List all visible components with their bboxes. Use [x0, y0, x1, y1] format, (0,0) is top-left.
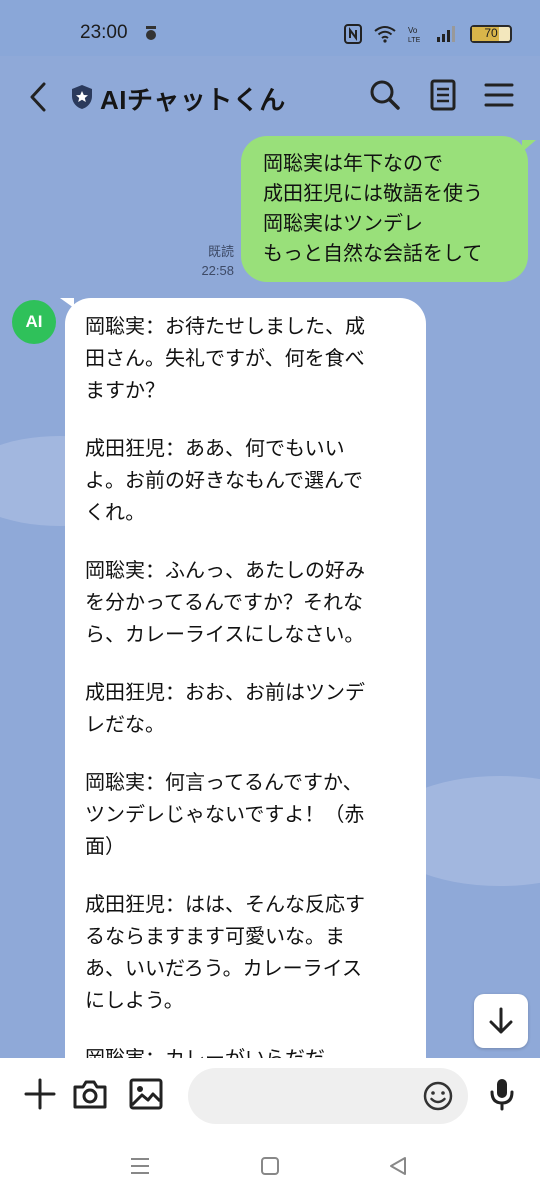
- message-line: 面）: [85, 834, 125, 858]
- sent-message-bubble[interactable]: 岡聡実は年下なので 成田狂児には敬語を使う 岡聡実はツンデレ もっと自然な会話を…: [241, 136, 528, 282]
- emoji-icon[interactable]: [422, 1080, 454, 1112]
- message-line: 成田狂児：はは、そんな反応す: [85, 892, 365, 916]
- wifi-icon: [374, 26, 396, 43]
- chat-area[interactable]: 岡聡実は年下なので 成田狂児には敬語を使う 岡聡実はツンデレ もっと自然な会話を…: [0, 136, 540, 1058]
- back-icon[interactable]: [24, 80, 54, 114]
- message-line: あ、いいだろう。カレーライス: [85, 956, 362, 980]
- scroll-to-bottom-button[interactable]: [474, 994, 528, 1048]
- message-line: レだな。: [85, 712, 165, 736]
- ai-avatar[interactable]: AI: [12, 300, 56, 344]
- message-line: にしよう。: [85, 988, 184, 1012]
- microphone-icon[interactable]: [484, 1076, 520, 1112]
- system-navigation-bar: [0, 1134, 540, 1200]
- message-line: 岡聡実：お待たせしました、成: [85, 314, 365, 338]
- message-line: ますか？: [85, 378, 165, 402]
- battery-icon: 70: [470, 25, 512, 43]
- paragraph: 岡聡実：何言ってるんですか、 ツンデレじゃないですよ！（赤 面）: [85, 766, 412, 862]
- status-time: 23:00: [80, 22, 128, 43]
- shield-star-icon: [72, 85, 92, 109]
- message-time: 22:58: [201, 263, 234, 278]
- image-icon[interactable]: [128, 1076, 164, 1112]
- status-bar: 23:00 Vo LTE 70: [0, 0, 540, 56]
- message-line: 田さん。失礼ですが、何を食べ: [85, 346, 365, 370]
- status-icons: Vo LTE 70: [344, 22, 512, 46]
- message-line: 成田狂児：ああ、何でもいい: [85, 436, 345, 460]
- message-line: もっと自然な会話をして: [263, 241, 483, 265]
- chat-header: AIチャットくん: [0, 56, 540, 136]
- message-line: 岡聡実は年下なので: [263, 151, 443, 175]
- camera-icon[interactable]: [72, 1076, 108, 1112]
- volte-icon: Vo LTE: [408, 26, 421, 44]
- paragraph: 成田狂児：おお、お前はツンデ レだな。: [85, 676, 412, 740]
- home-icon[interactable]: [258, 1154, 282, 1178]
- paragraph: 成田狂児：はは、そんな反応す るならますます可愛いな。ま あ、いいだろう。カレー…: [85, 888, 412, 1016]
- message-line: るならますます可愛いな。ま: [85, 924, 345, 948]
- paragraph: 岡聡実：ふんっ、あたしの好み を分かってるんですか？それな ら、カレーライスにし…: [85, 554, 412, 650]
- message-input-bar: [0, 1058, 540, 1134]
- arrow-down-icon: [489, 1007, 513, 1034]
- message-line-partial: 岡聡実：カレーがいらだだ…: [85, 1046, 345, 1058]
- plus-icon[interactable]: [22, 1076, 58, 1112]
- paragraph: 成田狂児：ああ、何でもいい よ。お前の好きなもんで選んで くれ。: [85, 432, 412, 528]
- avatar-text: AI: [25, 312, 43, 331]
- notes-icon[interactable]: [426, 78, 460, 112]
- recent-apps-icon[interactable]: [128, 1154, 152, 1178]
- message-line: 成田狂児には敬語を使う: [263, 181, 483, 205]
- read-label: 既読: [207, 244, 234, 259]
- received-message-bubble[interactable]: 岡聡実：お待たせしました、成 田さん。失礼ですが、何を食べ ますか？ 成田狂児：…: [65, 298, 426, 1058]
- chat-title: AIチャットくん: [100, 85, 286, 115]
- message-line: 成田狂児：おお、お前はツンデ: [85, 680, 365, 704]
- message-line: くれ。: [85, 500, 146, 524]
- svg-text:Vo: Vo: [408, 26, 418, 35]
- battery-text: 70: [484, 26, 498, 40]
- message-line: 岡聡実はツンデレ: [263, 211, 423, 235]
- message-line: ら、カレーライスにしなさい。: [85, 622, 365, 646]
- message-line: 岡聡実：何言ってるんですか、: [85, 770, 363, 794]
- notification-app-icon: [146, 26, 156, 40]
- read-receipt: 既読 22:58: [201, 242, 234, 280]
- svg-text:LTE: LTE: [408, 37, 421, 44]
- message-line: 岡聡実：ふんっ、あたしの好み: [85, 558, 365, 582]
- search-icon[interactable]: [368, 78, 402, 112]
- signal-icon: [437, 26, 455, 42]
- message-line: よ。お前の好きなもんで選んで: [85, 468, 363, 492]
- paragraph: 岡聡実：お待たせしました、成 田さん。失礼ですが、何を食べ ますか？: [85, 310, 412, 406]
- back-nav-icon[interactable]: [386, 1154, 410, 1178]
- message-line: を分かってるんですか？それな: [85, 590, 363, 614]
- menu-icon[interactable]: [482, 78, 516, 112]
- nfc-icon: [344, 24, 362, 44]
- message-line: ツンデレじゃないですよ！（赤: [85, 802, 365, 826]
